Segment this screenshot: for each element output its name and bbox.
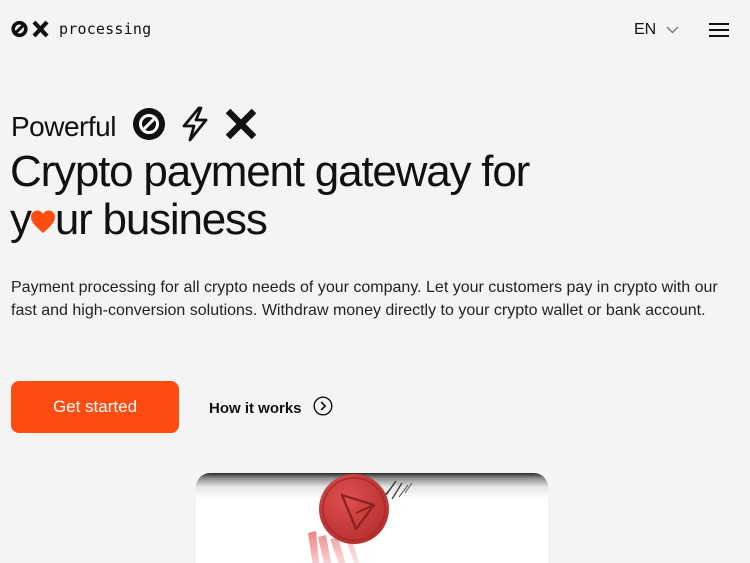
0x-logo-icon — [11, 19, 51, 39]
headline-line-1: Crypto payment gateway for — [10, 147, 530, 196]
language-selector[interactable]: EN — [634, 21, 679, 39]
powerful-label: Powerful — [11, 110, 116, 142]
headline-y: y — [10, 195, 32, 244]
page: processing EN Powerful Crypto payment ga… — [0, 0, 750, 563]
heart-icon — [30, 196, 56, 244]
hamburger-menu-icon[interactable] — [709, 23, 729, 39]
headline: Crypto payment gateway for y ur business — [10, 148, 710, 244]
header: processing EN — [0, 0, 750, 62]
chevron-down-icon — [666, 21, 679, 39]
how-it-works-link[interactable]: How it works — [209, 396, 333, 420]
logo-text: processing — [59, 20, 152, 38]
language-label: EN — [634, 21, 657, 38]
hero-visual — [196, 473, 548, 563]
hero-description: Payment processing for all crypto needs … — [11, 279, 718, 319]
cross-x-icon — [224, 107, 258, 146]
powerful-row: Powerful — [11, 106, 258, 147]
how-it-works-label: How it works — [209, 399, 302, 417]
no-entry-icon — [132, 107, 166, 146]
logo[interactable]: processing — [11, 19, 151, 39]
headline-rest: ur business — [54, 195, 268, 244]
headline-line-2: y ur business — [10, 196, 710, 244]
lightning-bolt-icon — [180, 106, 210, 147]
get-started-button[interactable]: Get started — [11, 381, 179, 433]
hero-visual-art — [308, 474, 413, 563]
tron-coin-icon — [319, 474, 389, 544]
arrow-right-circle-icon — [313, 396, 333, 420]
